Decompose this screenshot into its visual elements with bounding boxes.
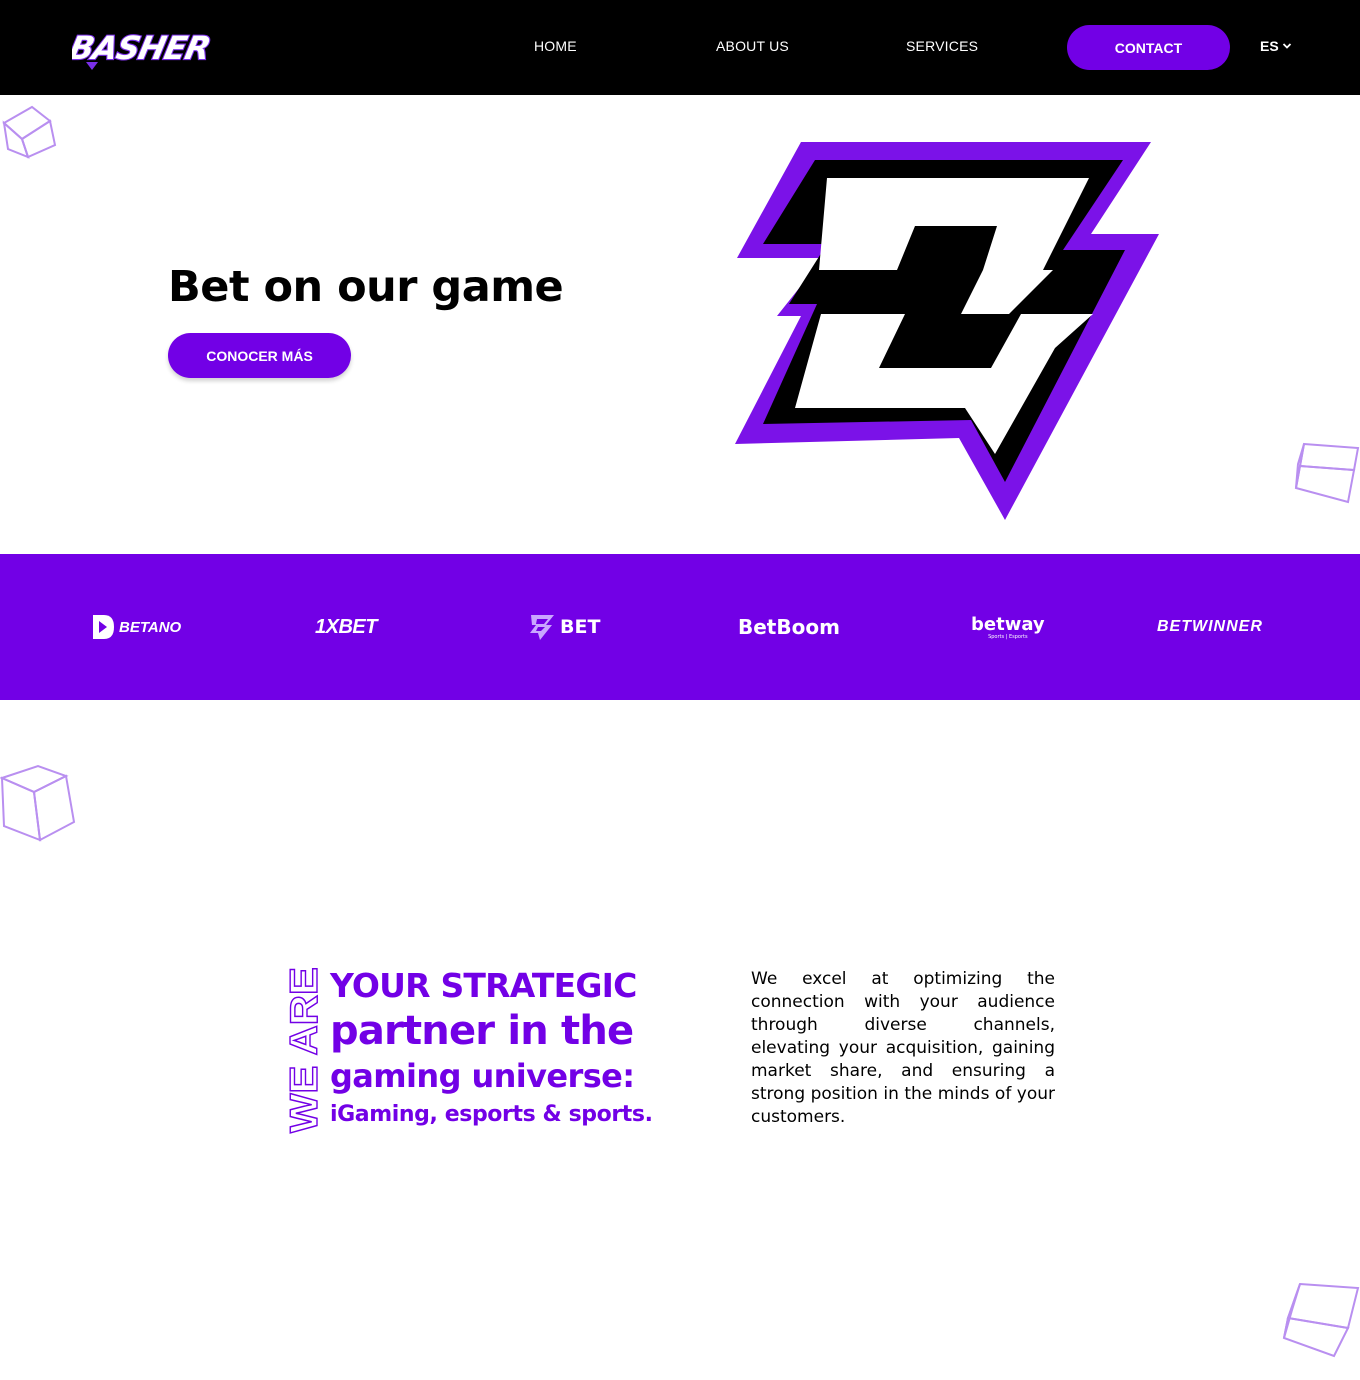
partner-betboom[interactable]: BetBoom [738, 554, 840, 700]
partner-name: 1XBET [315, 615, 377, 638]
partner-bet[interactable]: BET [528, 554, 600, 700]
contact-button[interactable]: CONTACT [1067, 25, 1230, 70]
basher-logo[interactable]: BASHER [65, 24, 234, 70]
learn-more-button[interactable]: CONOCER MÁS [168, 333, 351, 378]
we-are-vertical-label: WE ARE [284, 966, 320, 1133]
nav-about-us[interactable]: ABOUT US [716, 38, 789, 54]
partner-name: BETANO [119, 618, 182, 636]
partner-betway[interactable]: betway Sports | Esports [971, 554, 1045, 700]
partner-betwinner[interactable]: BETWINNER [1157, 554, 1263, 700]
partner-betano[interactable]: BETANO [90, 554, 181, 700]
partner-1xbet[interactable]: 1XBET [315, 554, 377, 700]
chevron-down-icon [1282, 43, 1291, 49]
hero-title: Bet on our game [168, 262, 564, 312]
cube-icon [1294, 442, 1360, 504]
partner-tagline: Sports | Esports [988, 634, 1028, 640]
site-header: BASHER HOME ABOUT US SERVICES CONTACT ES [0, 0, 1360, 95]
partners-band: BETANO 1XBET BET BetBoom betway Sports |… [0, 554, 1360, 700]
headline-line-4: iGaming, esports & sports. [330, 1102, 653, 1127]
partner-name: betway [971, 614, 1045, 635]
logo-wordmark: BASHER [72, 29, 213, 67]
partner-name: BETWINNER [1157, 618, 1263, 635]
cube-icon [0, 764, 76, 842]
headline-line-3: gaming universe: [330, 1057, 635, 1095]
headline-line-2: partner in the [330, 1008, 634, 1054]
cube-icon [2, 105, 57, 159]
cube-icon [1282, 1282, 1360, 1358]
basher-b-logo [735, 142, 1159, 520]
language-selector[interactable]: ES [1260, 38, 1292, 54]
b-logo-icon [530, 615, 554, 640]
headline-line-1: YOUR STRATEGIC [330, 966, 637, 1005]
partner-name: BET [560, 616, 601, 638]
svg-text:WE ARE: WE ARE [284, 967, 320, 1133]
betano-icon [93, 615, 114, 639]
nav-home[interactable]: HOME [534, 38, 577, 54]
partner-name: BetBoom [738, 615, 840, 639]
nav-services[interactable]: SERVICES [906, 38, 978, 54]
about-description: We excel at optimizing the connection wi… [751, 969, 1055, 1127]
language-label: ES [1260, 38, 1279, 54]
